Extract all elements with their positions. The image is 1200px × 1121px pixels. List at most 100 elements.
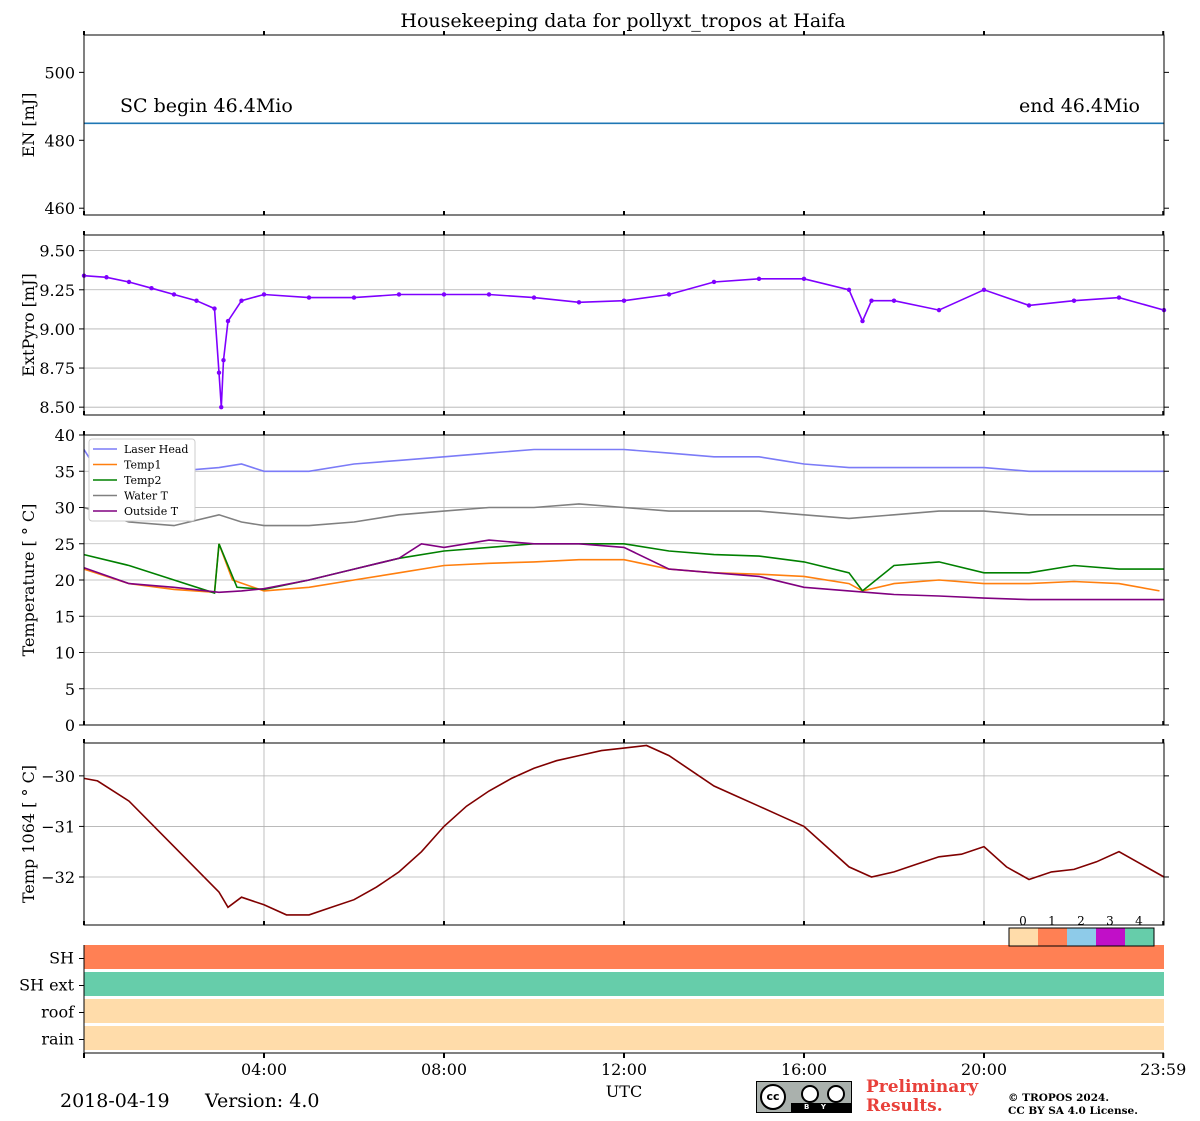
temperature-ytick-label: 10 [55, 644, 75, 663]
temperature-legend: Laser Head Temp1 Temp2 Water T Outside T [88, 438, 196, 522]
status-row-roof [84, 999, 1164, 1023]
x-axis-label: UTC [606, 1082, 642, 1101]
extpyro-point [261, 292, 267, 297]
status-row-label: SH ext [19, 976, 74, 995]
colorbar-tick-label: 3 [1106, 914, 1114, 928]
status-row-label: roof [41, 1003, 75, 1022]
legend-entry-label: Laser Head [124, 443, 188, 456]
x-tick-label: 08:00 [421, 1060, 467, 1079]
extpyro-ytick-label: 9.00 [39, 320, 75, 339]
status-colorbar: 0 1 2 3 4 [1008, 914, 1155, 947]
extpyro-point [756, 276, 762, 282]
colorbar-cell [1009, 928, 1038, 946]
energy-ytick-label: 480 [44, 131, 75, 150]
extpyro-point [860, 318, 865, 324]
extpyro-point [216, 370, 222, 375]
extpyro-point [225, 318, 231, 324]
temperature-ytick-label: 25 [55, 535, 75, 554]
temperature-ytick-label: 35 [55, 462, 75, 481]
date-label: 2018-04-19 [60, 1090, 170, 1112]
annotation-sc-begin: SC begin 46.4Mio [120, 95, 293, 117]
temp1064-panel: −30 −31 −32Temp 1064 [ ° C] [19, 739, 1169, 926]
extpyro-point [666, 292, 672, 297]
extpyro-point [1026, 303, 1032, 308]
colorbar-tick-label: 4 [1135, 914, 1143, 928]
temperature-series-1-line [83, 543, 1160, 594]
share-alike-icon [827, 1085, 845, 1103]
extpyro-point [219, 404, 224, 410]
extpyro-ytick-label: 9.25 [39, 281, 75, 300]
extpyro-point [351, 295, 357, 300]
energy-frame [83, 34, 1165, 216]
temperature-panel: 0 5 10 15 20 25 30 35 40 Temperature [ ° C] Laser … [19, 426, 1169, 735]
temperature-ytick-label: 20 [55, 571, 75, 590]
status-panel: SHSH extroofrain04:00 08:00 12:00 16:00 20:0… [19, 914, 1186, 1101]
energy-ytick-label: 460 [44, 199, 75, 218]
status-row-sh-ext [84, 972, 1164, 996]
figure-title: Housekeeping data for pollyxt_tropos at … [400, 10, 845, 32]
temperature-ytick-label: 40 [55, 426, 75, 445]
extpyro-point [306, 295, 312, 300]
legend-entry-label: Water T [124, 490, 169, 503]
legend-entry-label: Outside T [124, 505, 179, 518]
x-tick-label: 04:00 [241, 1060, 287, 1079]
extpyro-point [711, 279, 717, 285]
preliminary-note: Preliminary Results. [866, 1077, 979, 1116]
temperature-ytick-label: 0 [65, 716, 75, 735]
extpyro-panel: 8.50 8.75 9.00 9.25 9.50ExtPyro [mJ] [19, 231, 1169, 417]
extpyro-point [936, 307, 942, 313]
colorbar-tick-label: 0 [1019, 914, 1027, 928]
status-row-rain [84, 1026, 1164, 1050]
colorbar-tick-label: 1 [1048, 914, 1056, 928]
extpyro-point [441, 292, 447, 297]
copyright-note: © TROPOS 2024. CC BY SA 4.0 License. [1008, 1092, 1138, 1117]
extpyro-point [846, 287, 852, 292]
extpyro-ytick-label: 9.50 [39, 242, 75, 261]
energy-panel: 460 480 500 EN [mJ] SC begin 46.4Mio end 46.4… [19, 31, 1169, 218]
plot-panels: 460480500EN [mJ] SC begin 46.4Mio end 46.4… [19, 31, 1186, 1101]
status-row-label: rain [41, 1030, 74, 1049]
status-row-label: SH [49, 949, 74, 968]
extpyro-point [396, 292, 402, 297]
version-label: Version: 4.0 [205, 1090, 320, 1112]
x-tick-label: 16:00 [781, 1060, 827, 1079]
colorbar-cell [1067, 928, 1096, 946]
legend-entry-label: Temp2 [124, 474, 161, 487]
temp1064-ytick-label: −32 [41, 868, 75, 887]
cc-icon: cc [760, 1084, 786, 1110]
extpyro-point [1071, 298, 1077, 303]
temperature-ytick-label: 30 [55, 499, 75, 518]
temp1064-ytick-label: −31 [41, 817, 75, 836]
extpyro-point [486, 292, 492, 297]
temperature-ytick-label: 5 [65, 680, 75, 699]
extpyro-point [239, 298, 244, 303]
colorbar-cell [1096, 928, 1125, 946]
extpyro-point [531, 295, 537, 300]
extpyro-point [576, 300, 582, 305]
extpyro-point [1116, 295, 1122, 300]
cc-license-logo: cc BY SA [756, 1081, 852, 1120]
extpyro-point [869, 298, 874, 303]
extpyro-point [171, 292, 177, 297]
extpyro-ytick-label: 8.50 [39, 398, 75, 417]
temp1064-ylabel: Temp 1064 [ ° C] [19, 765, 38, 903]
extpyro-point [104, 275, 109, 280]
legend-entry-label: Temp1 [124, 459, 161, 472]
person-icon [801, 1085, 819, 1103]
extpyro-point [149, 286, 154, 291]
colorbar-cell [1125, 928, 1154, 946]
status-row-sh [84, 945, 1164, 969]
colorbar-cell [1038, 928, 1067, 946]
annotation-end: end 46.4Mio [1019, 95, 1140, 117]
energy-ytick-label: 500 [44, 63, 75, 82]
cc-badge-labels: BY SA [791, 1103, 851, 1120]
temperature-ytick-label: 15 [55, 607, 75, 626]
figure-canvas: Housekeeping data for pollyxt_tropos at … [19, 10, 1186, 1101]
extpyro-point [221, 358, 226, 363]
extpyro-ylabel: ExtPyro [mJ] [19, 273, 38, 376]
colorbar-tick-label: 2 [1077, 914, 1085, 928]
x-tick-label: 12:00 [601, 1060, 647, 1079]
extpyro-point [212, 306, 217, 311]
temperature-ylabel: Temperature [ ° C] [19, 504, 38, 657]
extpyro-point [126, 279, 132, 285]
